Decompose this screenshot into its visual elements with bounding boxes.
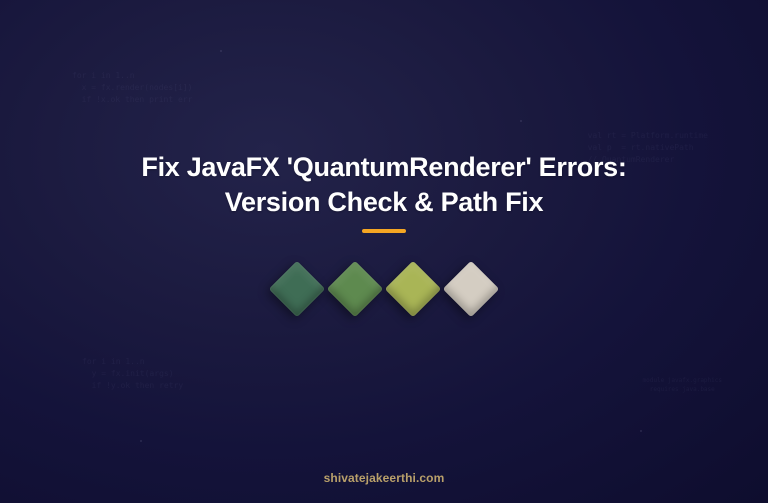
bg-code-4: module javafx.graphics requires java.bas… [643, 376, 722, 394]
tile-3 [385, 261, 442, 318]
speck [640, 430, 642, 432]
speck [140, 440, 142, 442]
speck [220, 50, 222, 52]
tile-1 [269, 261, 326, 318]
tile-row [277, 269, 491, 309]
tile-4 [443, 261, 500, 318]
bg-code-1: for i in 1..n x = fx.render(nodes[i]) if… [72, 70, 192, 106]
hero: Fix JavaFX 'QuantumRenderer' Errors: Ver… [0, 150, 768, 309]
speck [520, 120, 522, 122]
title-underline [362, 229, 406, 233]
title-line-1: Fix JavaFX 'QuantumRenderer' Errors: [141, 152, 626, 182]
footer-domain: shivatejakeerthi.com [0, 471, 768, 485]
tile-2 [327, 261, 384, 318]
title-line-2: Version Check & Path Fix [225, 187, 543, 217]
bg-code-3: for i in 1..n y = fx.init(args) if !y.ok… [82, 356, 183, 392]
page-title: Fix JavaFX 'QuantumRenderer' Errors: Ver… [141, 150, 626, 219]
